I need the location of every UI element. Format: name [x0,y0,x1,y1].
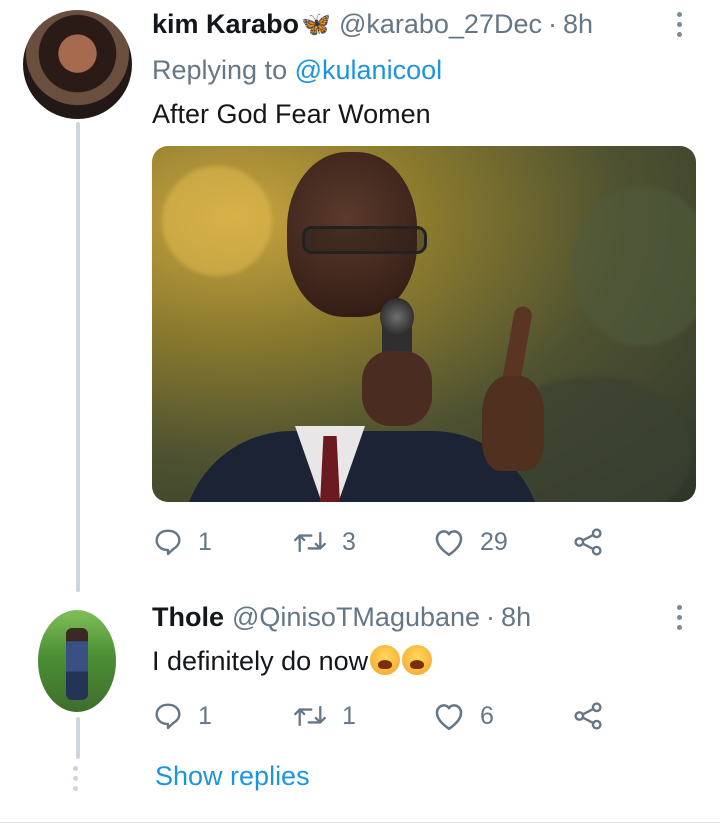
like-button[interactable]: 6 [432,700,572,732]
separator-dot: · [547,9,557,39]
tweet-text: I definitely do now [152,645,433,677]
butterfly-emoji: 🦋 [301,11,331,38]
display-name[interactable]: kim Karabo [152,9,299,40]
tweet-header: kim Karabo 🦋 @karabo_27Dec · 8h [152,9,593,40]
retweet-count: 1 [342,701,356,730]
like-icon [435,530,463,557]
show-replies-link[interactable]: Show replies [155,761,310,792]
tweet-header: Thole @QinisoTMagubane · 8h [152,602,531,633]
retweet-button[interactable]: 3 [292,526,432,558]
replying-to-label: Replying to [152,55,288,85]
reply-icon [155,529,181,556]
like-icon [435,704,463,731]
thread-line [76,717,80,759]
display-name[interactable]: Thole [152,602,224,633]
user-handle[interactable]: @karabo_27Dec [339,9,542,40]
reply-button[interactable]: 1 [152,526,292,558]
share-button[interactable] [572,700,604,732]
tweet-text-content: I definitely do now [152,646,369,676]
thread-continuation-dots [73,766,78,791]
tweet-actions: 1 1 6 [152,700,604,732]
avatar[interactable] [38,610,116,712]
replying-to: Replying to @kulanicool [152,55,442,86]
like-count: 6 [480,701,494,730]
like-count: 29 [480,527,508,556]
reply-button[interactable]: 1 [152,700,292,732]
thread-line [76,122,80,592]
mention-link[interactable]: @kulanicool [295,55,443,85]
more-options-icon[interactable] [674,12,684,37]
retweet-button[interactable]: 1 [292,700,432,732]
tweet-photo[interactable] [152,146,696,502]
timestamp[interactable]: 8h [563,9,593,40]
user-handle[interactable]: @QinisoTMagubane [232,602,480,633]
retweet-count: 3 [342,527,356,556]
separator-dot: · [486,602,496,632]
more-options-icon[interactable] [674,605,684,630]
share-button[interactable] [572,526,604,558]
retweet-icon [294,531,326,553]
tweet-actions: 1 3 29 [152,526,604,558]
reply-count: 1 [198,701,212,730]
like-button[interactable]: 29 [432,526,572,558]
avatar[interactable] [23,10,132,119]
share-icon [574,702,602,730]
retweet-icon [294,705,326,727]
tired-face-emoji [402,645,433,675]
reply-icon [155,703,181,730]
tweet-text: After God Fear Women [152,99,431,129]
share-icon [574,528,602,556]
divider [0,822,720,823]
tired-face-emoji [370,645,401,675]
timestamp[interactable]: 8h [501,602,531,633]
reply-count: 1 [198,527,212,556]
